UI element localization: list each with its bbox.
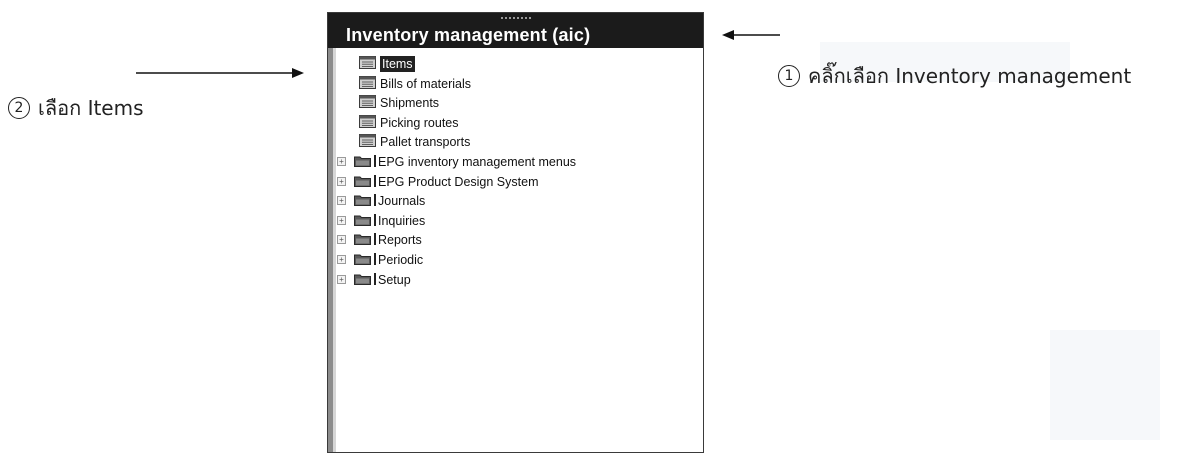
folder-marker	[374, 155, 376, 167]
form-icon	[359, 56, 376, 69]
tree-item-label: Bills of materials	[380, 77, 471, 91]
form-icon	[359, 95, 376, 108]
tree-item-shipments[interactable]: Shipments	[328, 93, 698, 113]
step1-number: 1	[778, 65, 800, 87]
folder-icon	[354, 274, 371, 285]
expand-icon[interactable]: +	[337, 196, 346, 205]
arrow-step1-icon	[722, 30, 780, 40]
tree-item-journals[interactable]: + Journals	[328, 191, 698, 211]
form-icon	[359, 76, 376, 89]
tree-item-items[interactable]: Items	[328, 54, 698, 74]
expand-icon[interactable]: +	[337, 216, 346, 225]
tree-item-label: Items	[380, 56, 415, 72]
folder-marker	[374, 214, 376, 226]
form-icon	[359, 134, 376, 147]
pane-title[interactable]: Inventory management (aic)	[346, 25, 590, 46]
tree-item-inquiries[interactable]: + Inquiries	[328, 211, 698, 231]
tree-item-label: Picking routes	[380, 116, 459, 130]
form-icon	[359, 115, 376, 128]
tree-item-label: Periodic	[378, 253, 424, 267]
tree-item-reports[interactable]: + Reports	[328, 230, 698, 250]
folder-marker	[374, 253, 376, 265]
folder-marker	[374, 194, 376, 206]
tree-item-label: Reports	[378, 233, 422, 247]
tree-item-label: Journals	[378, 194, 426, 208]
tree-item-label: Inquiries	[378, 214, 426, 228]
inventory-navigation-pane: Inventory management (aic) Items Bills of…	[327, 12, 704, 453]
tree-item-epg-product-design-system[interactable]: + EPG Product Design System	[328, 172, 698, 192]
folder-icon	[354, 176, 371, 187]
tree-item-label: Pallet transports	[380, 135, 471, 149]
tree-item-setup[interactable]: + Setup	[328, 270, 698, 290]
step2-text: เลือก Items	[38, 96, 144, 120]
expand-icon[interactable]: +	[337, 275, 346, 284]
tree-item-label: Setup	[378, 273, 411, 287]
step1-text: คลิ๊กเลือก Inventory management	[808, 64, 1132, 88]
expand-icon[interactable]: +	[337, 157, 346, 166]
tree-item-label: EPG Product Design System	[378, 175, 539, 189]
expand-icon[interactable]: +	[337, 235, 346, 244]
tree-item-label: EPG inventory management menus	[378, 155, 577, 169]
folder-icon	[354, 254, 371, 265]
tree-item-bills-of-materials[interactable]: Bills of materials	[328, 74, 698, 94]
folder-marker	[374, 175, 376, 187]
arrow-step2-icon	[136, 68, 304, 78]
tree-item-epg-inventory-management-menus[interactable]: + EPG inventory management menus	[328, 152, 698, 172]
step2-number: 2	[8, 97, 30, 119]
annotation-step2: 2 เลือก Items	[8, 92, 144, 124]
drag-grip-icon[interactable]	[500, 17, 531, 21]
folder-icon	[354, 215, 371, 226]
folder-icon	[354, 156, 371, 167]
tree-item-periodic[interactable]: + Periodic	[328, 250, 698, 270]
folder-icon	[354, 195, 371, 206]
annotation-step1: 1 คลิ๊กเลือก Inventory management	[778, 60, 1131, 92]
folder-icon	[354, 234, 371, 245]
expand-icon[interactable]: +	[337, 255, 346, 264]
screenshot-page: Inventory management (aic) Items Bills of…	[0, 0, 1187, 457]
folder-marker	[374, 233, 376, 245]
background-smudge	[1050, 330, 1160, 440]
tree-item-pallet-transports[interactable]: Pallet transports	[328, 132, 698, 152]
expand-icon[interactable]: +	[337, 177, 346, 186]
tree-item-picking-routes[interactable]: Picking routes	[328, 113, 698, 133]
folder-marker	[374, 273, 376, 285]
pane-header[interactable]: Inventory management (aic)	[328, 13, 703, 48]
tree-item-label: Shipments	[380, 96, 440, 110]
